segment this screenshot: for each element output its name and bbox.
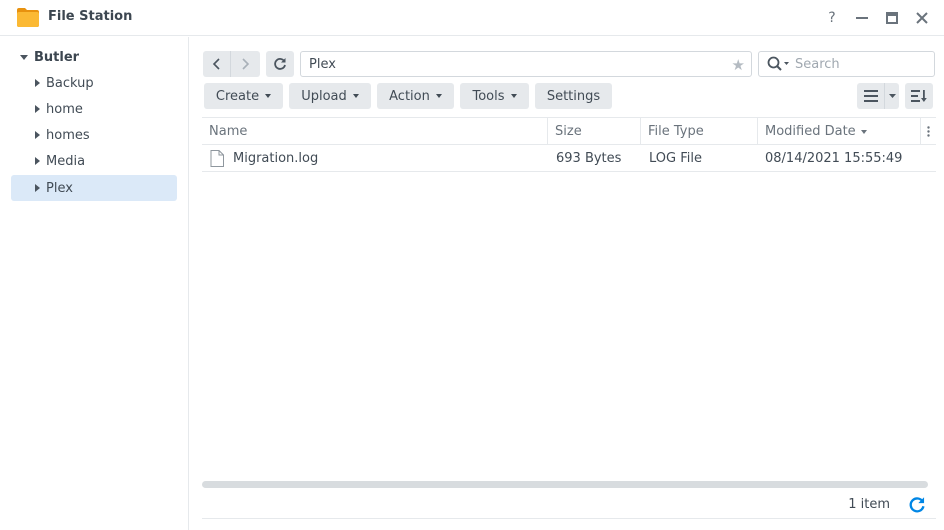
sort-descending-icon — [860, 129, 867, 134]
tree-item-label: home — [46, 101, 83, 117]
caret-right-icon[interactable] — [35, 79, 40, 87]
upload-label: Upload — [301, 88, 347, 104]
tree-root-label: Butler — [34, 49, 80, 65]
column-label: File Type — [648, 124, 704, 139]
create-button[interactable]: Create — [204, 83, 283, 109]
caret-right-icon[interactable] — [35, 105, 40, 113]
title-bar: File Station ? — [0, 0, 944, 36]
column-label: Size — [555, 124, 582, 139]
forward-button[interactable] — [231, 51, 259, 77]
refresh-icon[interactable] — [908, 496, 926, 514]
dropdown-caret-icon — [435, 94, 442, 98]
cell-name: Migration.log — [202, 145, 548, 171]
window-title: File Station — [48, 9, 133, 24]
list-view-button[interactable] — [857, 83, 885, 109]
caret-right-icon[interactable] — [35, 157, 40, 165]
path-text: Plex — [309, 56, 336, 72]
dropdown-caret-icon — [510, 94, 517, 98]
tools-label: Tools — [472, 88, 505, 104]
tools-button[interactable]: Tools — [460, 83, 529, 109]
search-field[interactable] — [758, 51, 935, 77]
dropdown-caret-icon — [265, 94, 272, 98]
help-icon: ? — [828, 10, 836, 26]
cell-modified-date: 08/14/2021 15:55:49 — [758, 145, 936, 171]
horizontal-scrollbar[interactable] — [202, 481, 928, 488]
dropdown-caret-icon — [352, 94, 359, 98]
tree-item-label: Media — [46, 153, 86, 169]
tree-item-label: Plex — [46, 180, 73, 196]
close-button[interactable] — [912, 8, 932, 28]
status-bar: 1 item — [202, 492, 936, 519]
settings-label: Settings — [546, 88, 601, 104]
folder-icon — [17, 8, 39, 27]
search-input[interactable] — [795, 56, 925, 72]
help-button[interactable]: ? — [822, 8, 842, 28]
tree-item-home[interactable]: home — [11, 96, 177, 122]
maximize-icon — [886, 12, 898, 24]
tree-item-label: Backup — [46, 75, 94, 91]
more-vertical-icon — [927, 126, 930, 137]
view-mode-switch — [857, 83, 899, 109]
caret-down-icon[interactable] — [20, 54, 28, 60]
chevron-down-icon — [888, 93, 896, 98]
path-field[interactable]: Plex ★ — [300, 51, 752, 77]
column-header-name[interactable]: Name — [202, 118, 548, 145]
file-modified-date: 08/14/2021 15:55:49 — [765, 150, 903, 166]
create-label: Create — [215, 88, 260, 104]
upload-button[interactable]: Upload — [289, 83, 371, 109]
folder-tree: Butler Backup home homes Media Plex — [0, 37, 189, 530]
back-button[interactable] — [203, 51, 231, 77]
minimize-icon — [856, 17, 868, 19]
sort-button[interactable] — [905, 83, 933, 109]
file-list-header: Name Size File Type Modified Date — [202, 117, 936, 145]
settings-button[interactable]: Settings — [535, 83, 612, 109]
tree-item-label: homes — [46, 127, 90, 143]
column-header-modified-date[interactable]: Modified Date — [758, 118, 921, 145]
chevron-right-icon — [242, 58, 250, 70]
tree-item-homes[interactable]: homes — [11, 122, 177, 148]
caret-right-icon[interactable] — [35, 184, 40, 192]
chevron-left-icon — [212, 58, 220, 70]
tree-item-media[interactable]: Media — [11, 148, 177, 174]
tree-item-backup[interactable]: Backup — [11, 70, 177, 96]
column-menu-button[interactable] — [921, 118, 936, 145]
column-label: Name — [209, 124, 248, 139]
maximize-button[interactable] — [882, 8, 902, 28]
sort-icon — [911, 90, 927, 102]
view-dropdown-button[interactable] — [885, 83, 899, 109]
column-label: Modified Date — [765, 124, 856, 139]
cell-size: 693 Bytes — [548, 145, 641, 171]
column-header-file-type[interactable]: File Type — [641, 118, 758, 145]
minimize-button[interactable] — [852, 8, 872, 28]
column-header-size[interactable]: Size — [548, 118, 641, 145]
history-nav — [203, 51, 260, 77]
tree-root-butler[interactable]: Butler — [20, 49, 79, 65]
cell-file-type: LOG File — [641, 145, 758, 171]
close-icon — [916, 12, 928, 24]
tree-item-plex[interactable]: Plex — [11, 175, 177, 201]
file-type: LOG File — [649, 150, 702, 166]
refresh-button[interactable] — [266, 51, 294, 77]
star-icon[interactable]: ★ — [732, 56, 745, 74]
list-view-icon — [863, 90, 878, 102]
table-row[interactable]: Migration.log 693 Bytes LOG File 08/14/2… — [202, 145, 936, 172]
caret-right-icon[interactable] — [35, 131, 40, 139]
refresh-icon — [274, 58, 286, 70]
file-name: Migration.log — [233, 150, 319, 166]
action-button[interactable]: Action — [377, 83, 454, 109]
action-label: Action — [389, 88, 430, 104]
item-count: 1 item — [848, 497, 890, 512]
search-icon[interactable] — [767, 56, 791, 72]
file-size: 693 Bytes — [556, 150, 622, 166]
file-icon — [210, 149, 224, 167]
